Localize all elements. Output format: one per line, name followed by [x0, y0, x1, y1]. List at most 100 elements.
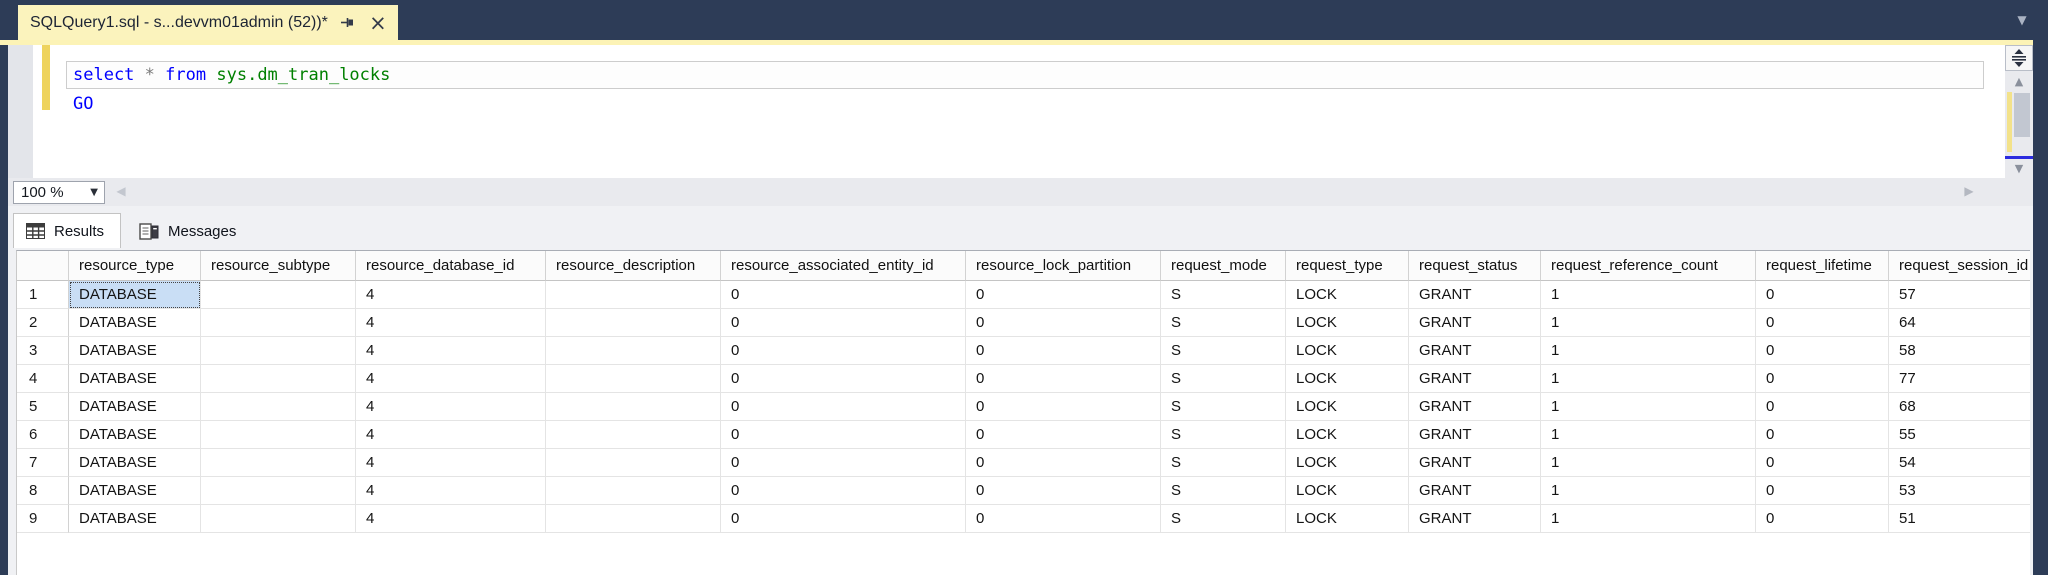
- select-all-corner[interactable]: [17, 251, 69, 281]
- grid-cell[interactable]: 0: [1756, 421, 1889, 449]
- row-header[interactable]: 4: [17, 365, 69, 393]
- grid-cell[interactable]: GRANT: [1409, 449, 1541, 477]
- column-header[interactable]: request_reference_count: [1541, 251, 1756, 281]
- grid-cell[interactable]: DATABASE: [69, 365, 201, 393]
- grid-cell[interactable]: [201, 421, 356, 449]
- grid-cell[interactable]: 0: [1756, 477, 1889, 505]
- grid-cell[interactable]: 4: [356, 309, 546, 337]
- grid-cell[interactable]: 58: [1889, 337, 2030, 365]
- grid-cell[interactable]: 0: [1756, 505, 1889, 533]
- column-header[interactable]: resource_associated_entity_id: [721, 251, 966, 281]
- grid-cell[interactable]: [546, 309, 721, 337]
- grid-cell[interactable]: S: [1161, 477, 1286, 505]
- grid-cell[interactable]: DATABASE: [69, 505, 201, 533]
- grid-cell[interactable]: [546, 281, 721, 309]
- column-header[interactable]: resource_database_id: [356, 251, 546, 281]
- grid-cell[interactable]: LOCK: [1286, 505, 1409, 533]
- grid-cell[interactable]: 0: [1756, 337, 1889, 365]
- grid-cell[interactable]: 0: [1756, 309, 1889, 337]
- column-header[interactable]: request_type: [1286, 251, 1409, 281]
- grid-cell[interactable]: 1: [1541, 309, 1756, 337]
- grid-cell[interactable]: [201, 309, 356, 337]
- grid-cell[interactable]: 0: [1756, 281, 1889, 309]
- grid-cell[interactable]: DATABASE: [69, 449, 201, 477]
- grid-cell[interactable]: GRANT: [1409, 421, 1541, 449]
- column-header[interactable]: resource_type: [69, 251, 201, 281]
- grid-cell[interactable]: S: [1161, 393, 1286, 421]
- grid-cell[interactable]: 4: [356, 505, 546, 533]
- scroll-up-icon[interactable]: ▲: [2005, 74, 2033, 90]
- grid-cell[interactable]: 0: [721, 477, 966, 505]
- grid-cell[interactable]: S: [1161, 505, 1286, 533]
- grid-cell[interactable]: S: [1161, 337, 1286, 365]
- grid-cell[interactable]: LOCK: [1286, 365, 1409, 393]
- row-header[interactable]: 9: [17, 505, 69, 533]
- grid-cell[interactable]: [201, 281, 356, 309]
- row-header[interactable]: 7: [17, 449, 69, 477]
- grid-cell[interactable]: S: [1161, 449, 1286, 477]
- grid-cell[interactable]: 4: [356, 477, 546, 505]
- column-header[interactable]: resource_subtype: [201, 251, 356, 281]
- grid-cell[interactable]: 0: [721, 337, 966, 365]
- scroll-right-icon[interactable]: ▶: [1960, 184, 1978, 200]
- grid-cell[interactable]: 0: [966, 393, 1161, 421]
- grid-cell[interactable]: DATABASE: [69, 393, 201, 421]
- editor-horizontal-scrollbar[interactable]: [8, 178, 2033, 206]
- grid-cell[interactable]: 0: [721, 449, 966, 477]
- row-header[interactable]: 5: [17, 393, 69, 421]
- grid-cell[interactable]: 0: [721, 505, 966, 533]
- column-header[interactable]: request_mode: [1161, 251, 1286, 281]
- tab-results[interactable]: Results: [13, 213, 122, 248]
- grid-cell[interactable]: 0: [1756, 449, 1889, 477]
- grid-cell[interactable]: 0: [966, 309, 1161, 337]
- grid-cell[interactable]: [546, 449, 721, 477]
- row-header[interactable]: 8: [17, 477, 69, 505]
- grid-cell[interactable]: DATABASE: [69, 337, 201, 365]
- close-icon[interactable]: ×: [368, 12, 388, 33]
- grid-cell[interactable]: 0: [721, 281, 966, 309]
- grid-cell[interactable]: LOCK: [1286, 281, 1409, 309]
- grid-cell[interactable]: LOCK: [1286, 309, 1409, 337]
- scroll-down-icon[interactable]: ▼: [2005, 161, 2033, 177]
- grid-cell[interactable]: 0: [721, 421, 966, 449]
- grid-cell[interactable]: [201, 337, 356, 365]
- grid-cell[interactable]: GRANT: [1409, 393, 1541, 421]
- tab-messages[interactable]: Messages: [127, 215, 252, 248]
- grid-cell[interactable]: DATABASE: [69, 477, 201, 505]
- grid-cell[interactable]: GRANT: [1409, 309, 1541, 337]
- grid-cell[interactable]: 0: [721, 365, 966, 393]
- column-header[interactable]: resource_description: [546, 251, 721, 281]
- grid-cell[interactable]: DATABASE: [69, 421, 201, 449]
- grid-cell[interactable]: 0: [966, 365, 1161, 393]
- grid-cell[interactable]: GRANT: [1409, 365, 1541, 393]
- vertical-scrollbar-thumb[interactable]: [2014, 93, 2030, 137]
- grid-cell[interactable]: LOCK: [1286, 393, 1409, 421]
- grid-cell[interactable]: [546, 477, 721, 505]
- grid-cell[interactable]: 0: [1756, 365, 1889, 393]
- grid-cell[interactable]: [546, 505, 721, 533]
- grid-cell[interactable]: S: [1161, 365, 1286, 393]
- grid-cell[interactable]: 1: [1541, 505, 1756, 533]
- grid-cell[interactable]: GRANT: [1409, 337, 1541, 365]
- grid-cell[interactable]: 77: [1889, 365, 2030, 393]
- grid-cell[interactable]: [201, 365, 356, 393]
- grid-cell[interactable]: 4: [356, 281, 546, 309]
- grid-cell[interactable]: GRANT: [1409, 505, 1541, 533]
- grid-cell[interactable]: S: [1161, 281, 1286, 309]
- grid-cell[interactable]: 68: [1889, 393, 2030, 421]
- grid-cell[interactable]: 57: [1889, 281, 2030, 309]
- document-list-dropdown-icon[interactable]: ▼: [2010, 13, 2034, 29]
- grid-cell[interactable]: 0: [966, 449, 1161, 477]
- grid-cell[interactable]: LOCK: [1286, 421, 1409, 449]
- grid-cell[interactable]: 53: [1889, 477, 2030, 505]
- grid-cell[interactable]: GRANT: [1409, 477, 1541, 505]
- scroll-left-icon[interactable]: ◀: [112, 184, 130, 200]
- grid-cell[interactable]: 1: [1541, 365, 1756, 393]
- grid-cell[interactable]: 1: [1541, 281, 1756, 309]
- grid-cell[interactable]: 64: [1889, 309, 2030, 337]
- pin-icon[interactable]: [338, 13, 358, 33]
- grid-cell[interactable]: 1: [1541, 449, 1756, 477]
- grid-cell[interactable]: [201, 505, 356, 533]
- grid-cell-selected[interactable]: DATABASE: [69, 281, 201, 309]
- grid-cell[interactable]: S: [1161, 421, 1286, 449]
